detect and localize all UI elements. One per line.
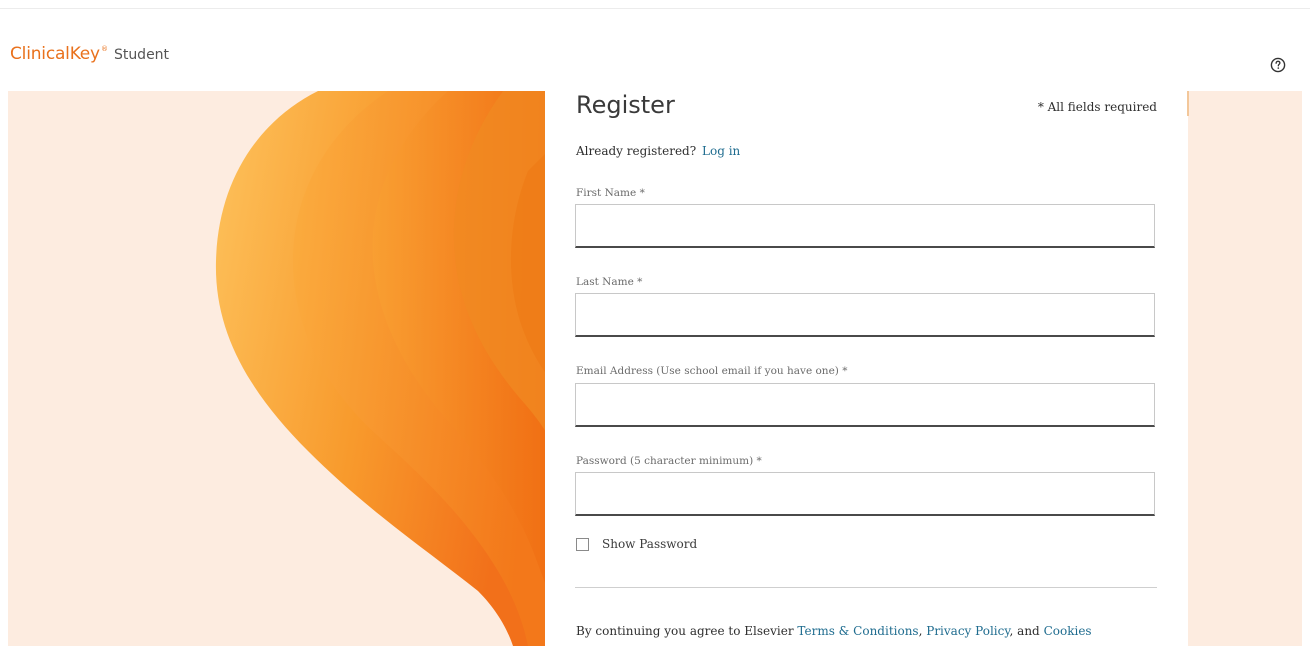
first-name-label: First Name * xyxy=(576,187,645,199)
page-title: Register xyxy=(576,91,675,119)
clinicalkey-student-logo[interactable]: ClinicalKey ® Student xyxy=(10,44,169,64)
terms-comma: , xyxy=(918,624,923,638)
password-field[interactable] xyxy=(575,472,1155,516)
email-label: Email Address (Use school email if you h… xyxy=(576,365,848,377)
privacy-policy-link[interactable]: Privacy Policy xyxy=(926,624,1009,638)
password-label: Password (5 character minimum) * xyxy=(576,455,762,467)
terms-notice: By continuing you agree to Elsevier Term… xyxy=(576,624,1092,638)
last-name-field[interactable] xyxy=(575,293,1155,337)
already-registered-text: Already registered? Log in xyxy=(576,144,740,158)
first-name-field[interactable] xyxy=(575,204,1155,248)
terms-conditions-link[interactable]: Terms & Conditions xyxy=(797,624,918,638)
help-circle-icon xyxy=(1270,57,1285,72)
terms-and: , and xyxy=(1009,624,1040,638)
show-password-label: Show Password xyxy=(602,537,698,551)
brand-name: ClinicalKey xyxy=(10,44,100,64)
panel-accent-line xyxy=(1187,91,1189,116)
terms-prefix: By continuing you agree to Elsevier xyxy=(576,624,794,638)
register-panel: Register * All fields required Already r… xyxy=(545,91,1188,646)
show-password-toggle[interactable]: Show Password xyxy=(576,537,697,551)
cookies-link[interactable]: Cookies xyxy=(1044,624,1092,638)
last-name-label: Last Name * xyxy=(576,276,643,288)
login-link[interactable]: Log in xyxy=(702,144,740,158)
form-divider xyxy=(575,587,1157,588)
already-registered-label: Already registered? xyxy=(576,144,697,158)
help-button[interactable] xyxy=(1269,56,1286,73)
app-header: ClinicalKey ® Student xyxy=(0,9,1310,91)
brand-product: Student xyxy=(113,47,170,63)
flame-illustration xyxy=(215,91,548,646)
email-field[interactable] xyxy=(575,383,1155,427)
required-fields-note: * All fields required xyxy=(1037,100,1157,114)
show-password-checkbox[interactable] xyxy=(576,537,589,551)
brand-trademark: ® xyxy=(100,45,108,53)
